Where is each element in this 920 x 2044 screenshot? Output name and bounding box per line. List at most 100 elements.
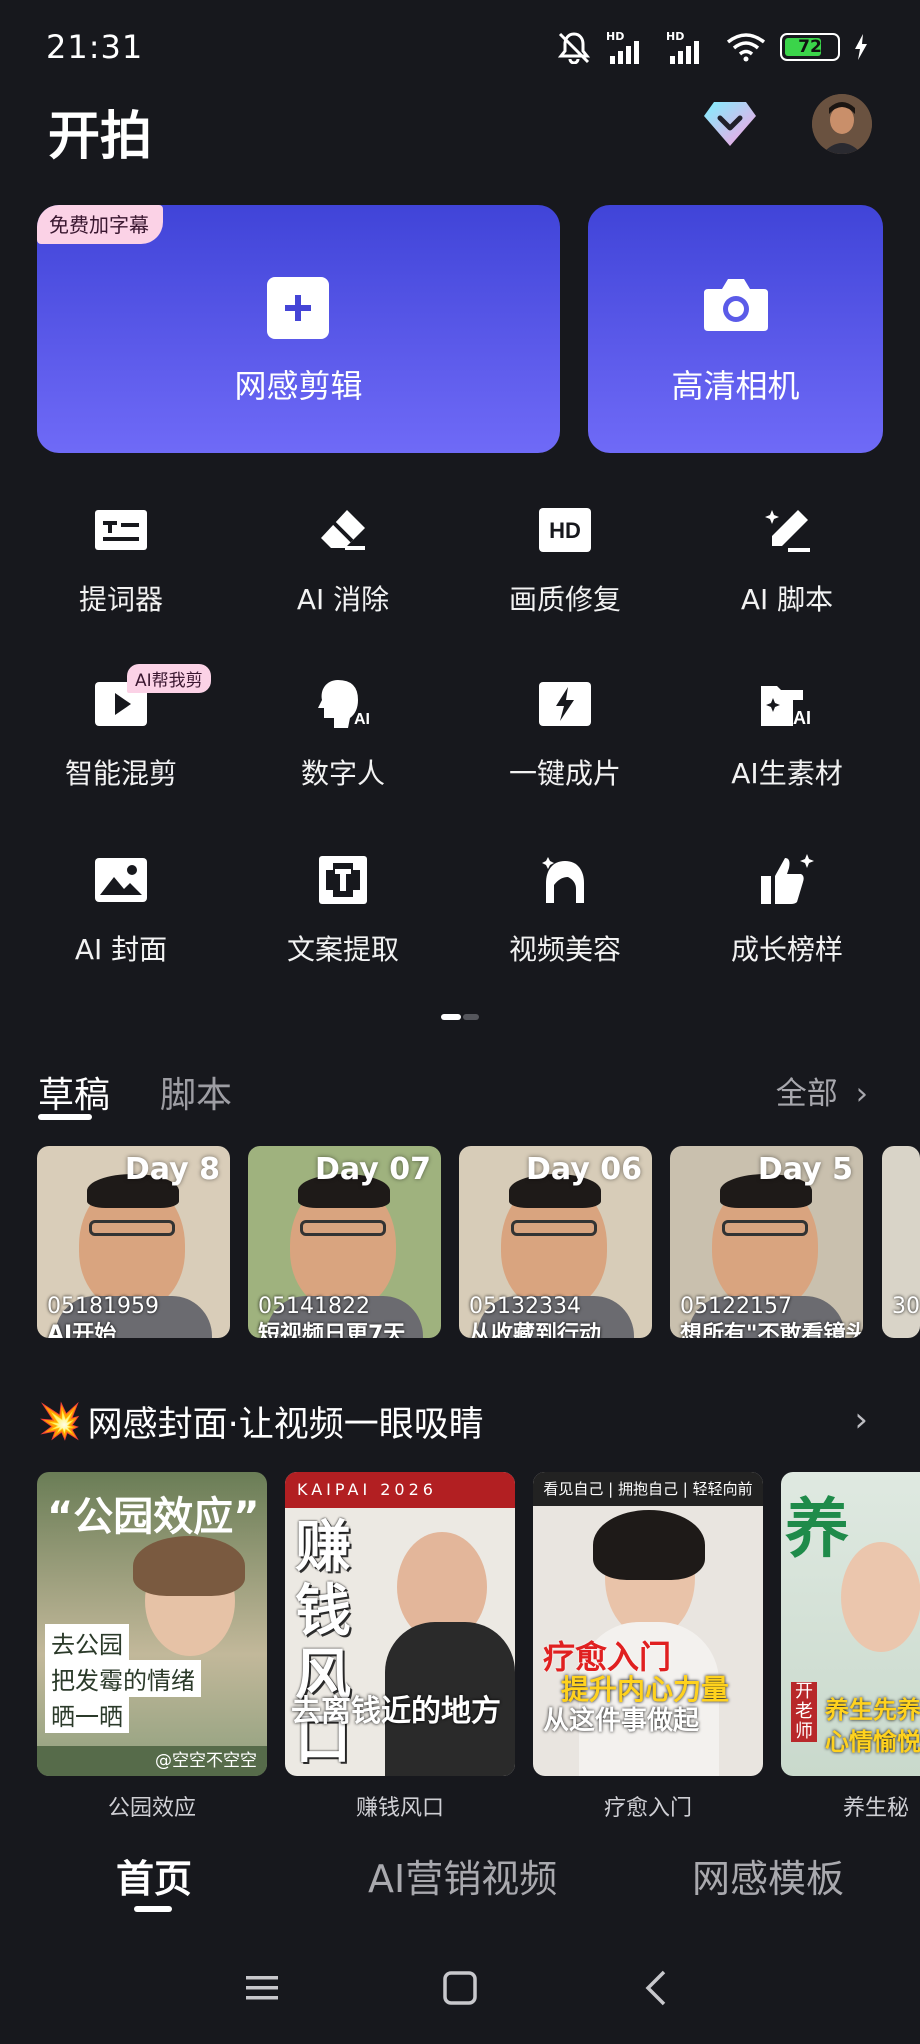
cover-card[interactable]: “公园效应” 去公园 把发霉的情绪 晒一晒 @空空不空空 — [37, 1472, 267, 1776]
draft-glasses — [89, 1220, 175, 1236]
cover-line-3: 从这件事做起 — [543, 1706, 700, 1736]
mute-bell-icon — [557, 32, 591, 64]
cover-line-3: 晒一晒 — [45, 1696, 129, 1733]
cover-card[interactable]: 看见自己 | 拥抱自己 | 轻轻向前 疗愈入门 提升内心力量 从这件事做起 — [533, 1472, 763, 1776]
tool-item[interactable]: AI AI生素材 — [677, 676, 897, 792]
signal-1-icon: HD — [606, 30, 652, 64]
tool-label: 一键成片 — [508, 757, 621, 790]
page-indicator — [441, 1014, 479, 1020]
cover-brand: KAIPAI 2026 — [285, 1472, 515, 1508]
draft-card[interactable]: 30 — [882, 1146, 920, 1338]
hd-icon: HD — [535, 502, 595, 558]
lightning-icon — [535, 676, 595, 732]
draft-glasses — [511, 1220, 597, 1236]
draft-day: Day 07 — [315, 1152, 431, 1187]
svg-text:HD: HD — [549, 518, 581, 543]
bottom-tab-underline — [134, 1906, 172, 1912]
bottom-tab-ai-marketing[interactable]: AI营销视频 — [368, 1848, 557, 1903]
tool-item[interactable]: AI 脚本 — [677, 502, 897, 618]
chevron-right-icon: › — [855, 1076, 868, 1112]
home-square-icon[interactable] — [438, 1966, 482, 2010]
bottom-tab-templates[interactable]: 网感模板 — [692, 1848, 844, 1903]
cover-caption: 赚钱风口 — [355, 1796, 444, 1821]
tab-drafts[interactable]: 草稿 — [38, 1066, 110, 1118]
cover-card[interactable]: KAIPAI 2026 赚钱风口 去离钱近的地方 — [285, 1472, 515, 1776]
tool-item[interactable]: AI 消除 — [233, 502, 453, 618]
see-all-label: 全部 — [775, 1076, 838, 1112]
draft-day: Day 8 — [124, 1152, 220, 1187]
tool-label: 画质修复 — [508, 583, 621, 616]
explosion-icon: 💥 — [38, 1402, 82, 1442]
teleprompter-icon — [91, 502, 151, 558]
bottom-tab-home[interactable]: 首页 — [116, 1848, 192, 1903]
draft-glasses — [300, 1220, 386, 1236]
cover-card[interactable]: 养 开老师 养生先养 心情愉悦 — [781, 1472, 920, 1776]
face-beauty-icon — [535, 852, 595, 908]
tool-badge: AI帮我剪 — [127, 664, 211, 693]
draft-caption: AI开始 — [47, 1322, 117, 1338]
see-all-button[interactable]: 全部 › — [776, 1068, 868, 1113]
edit-card[interactable]: 免费加字幕 网感剪辑 — [37, 205, 560, 453]
cover-headline: “公园效应” — [47, 1494, 260, 1540]
draft-day: Day 5 — [757, 1152, 853, 1187]
battery-level: 72 — [798, 37, 822, 57]
thumbs-up-icon — [757, 852, 817, 908]
eraser-icon — [313, 502, 373, 558]
tool-label: 智能混剪 — [64, 757, 177, 790]
draft-caption: 想所有"不敢看镜头" — [680, 1322, 863, 1338]
tool-label: 文案提取 — [286, 933, 399, 966]
play-icon: AI帮我剪 — [91, 664, 211, 732]
plus-icon — [267, 277, 329, 339]
cover-person — [841, 1542, 920, 1652]
tool-item[interactable]: HD 画质修复 — [455, 502, 675, 618]
status-icons: HD HD 72 — [556, 30, 868, 64]
text-scan-icon — [313, 852, 373, 908]
edit-card-badge: 免费加字幕 — [37, 205, 163, 244]
ai-avatar-icon: AI — [313, 676, 373, 732]
draft-card[interactable]: Day 07 05141822 短视频日更7天 — [248, 1146, 441, 1338]
cover-hair — [133, 1536, 245, 1596]
draft-caption: 短视频日更7天 — [258, 1322, 406, 1338]
menu-icon[interactable] — [240, 1966, 284, 2010]
tool-label: 数字人 — [300, 757, 385, 790]
signal-2-icon: HD — [666, 30, 712, 64]
draft-card[interactable]: Day 06 05132334 从收藏到行动 — [459, 1146, 652, 1338]
tool-item[interactable]: AI 数字人 — [233, 676, 453, 792]
tool-label: 视频美容 — [508, 933, 621, 966]
draft-card[interactable]: Day 8 05181959 AI开始 — [37, 1146, 230, 1338]
promo-chevron-right-icon[interactable]: › — [854, 1400, 868, 1440]
magic-pen-icon — [757, 502, 817, 558]
cover-tag: 开老师 — [791, 1682, 817, 1742]
edit-card-label: 网感剪辑 — [234, 367, 363, 405]
back-icon[interactable] — [636, 1966, 680, 2010]
cover-line-1: 去公园 — [45, 1624, 129, 1661]
promo-title[interactable]: 💥 网感封面·让视频一眼吸睛 — [38, 1396, 484, 1447]
cover-caption: 公园效应 — [107, 1796, 196, 1821]
tool-label: AI 消除 — [296, 583, 390, 616]
tab-scripts[interactable]: 脚本 — [160, 1066, 232, 1118]
tool-item[interactable]: AI帮我剪智能混剪 — [11, 664, 231, 792]
promo-title-text: 网感封面·让视频一眼吸睛 — [87, 1405, 484, 1445]
tool-item[interactable]: 一键成片 — [455, 676, 675, 792]
status-time: 21:31 — [46, 28, 144, 66]
cover-handle: @空空不空空 — [37, 1746, 267, 1776]
tool-item[interactable]: 视频美容 — [455, 852, 675, 968]
tool-item[interactable]: 成长榜样 — [677, 852, 897, 968]
battery-icon: 72 — [780, 33, 840, 61]
cover-caption: 疗愈入门 — [603, 1796, 692, 1821]
draft-card[interactable]: Day 5 05122157 想所有"不敢看镜头" — [670, 1146, 863, 1338]
avatar-image — [812, 94, 872, 154]
tool-item[interactable]: AI 封面 — [11, 852, 231, 968]
cover-brush-text: 养 — [785, 1493, 849, 1567]
tool-item[interactable]: 文案提取 — [233, 852, 453, 968]
tool-item[interactable]: 提词器 — [11, 502, 231, 618]
draft-code: 30 — [892, 1294, 920, 1319]
cover-line-2: 把发霉的情绪 — [45, 1660, 201, 1697]
tool-label: AI 封面 — [74, 933, 168, 966]
image-icon — [91, 852, 151, 908]
svg-text:AI: AI — [793, 708, 811, 728]
cover-headline: 赚钱风口 — [295, 1515, 351, 1772]
vip-button[interactable] — [700, 96, 760, 152]
camera-card[interactable]: 高清相机 — [588, 205, 883, 453]
avatar[interactable] — [812, 94, 872, 154]
